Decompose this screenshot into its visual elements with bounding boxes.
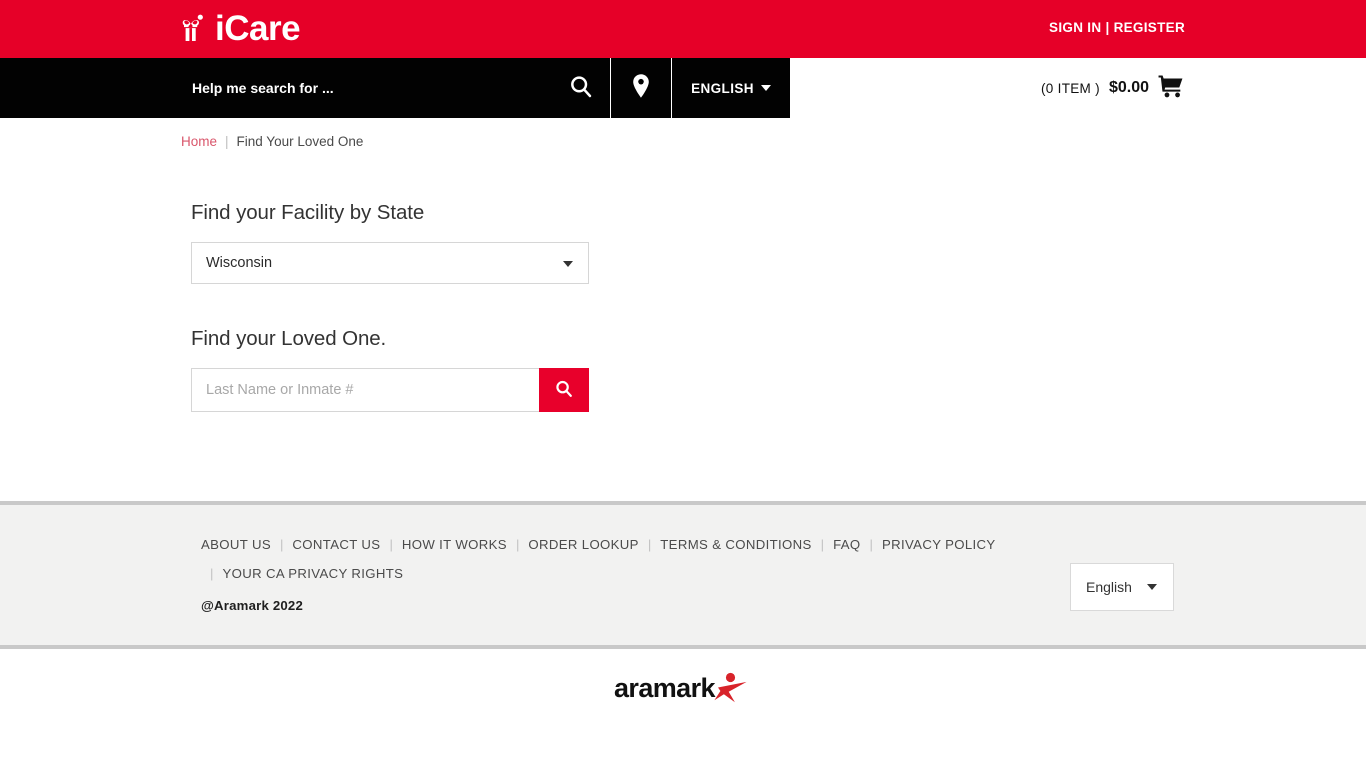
nav-bar: ENGLISH (0 ITEM ) $0.00 [0, 56, 1366, 118]
find-loved-one-section: Find your Loved One. [191, 327, 1366, 412]
footer-divider: | [279, 537, 284, 552]
top-header-bar: iCare SIGN IN | REGISTER [0, 0, 1366, 56]
find-facility-heading: Find your Facility by State [191, 201, 425, 224]
breadcrumb-separator: | [225, 134, 229, 149]
footer-divider: | [869, 537, 873, 552]
mini-cart[interactable]: (0 ITEM ) $0.00 [1041, 58, 1185, 118]
footer-divider: | [389, 537, 393, 552]
inmate-search-row [191, 368, 589, 412]
icare-logo[interactable]: iCare [181, 7, 301, 49]
sign-in-register-link[interactable]: SIGN IN | REGISTER [1049, 20, 1185, 35]
search-icon [568, 74, 594, 103]
search-submit-button[interactable] [552, 58, 610, 118]
footer-language-select[interactable]: English [1070, 563, 1174, 611]
footer-link-terms-conditions[interactable]: TERMS & CONDITIONS [660, 537, 811, 552]
footer-link-privacy-policy[interactable]: PRIVACY POLICY [882, 537, 996, 552]
cart-item-count: (0 ITEM ) [1041, 80, 1100, 96]
language-selector-nav[interactable]: ENGLISH [672, 58, 790, 118]
footer-link-about-us[interactable]: ABOUT US [201, 537, 271, 552]
breadcrumb: Home | Find Your Loved One [0, 116, 1366, 149]
footer-link-faq[interactable]: FAQ [833, 537, 860, 552]
inmate-search-button[interactable] [539, 368, 589, 412]
footer-link-how-it-works[interactable]: HOW IT WORKS [402, 537, 507, 552]
footer-link-order-lookup[interactable]: ORDER LOOKUP [528, 537, 638, 552]
aramark-brand-bar: aramark [0, 649, 1366, 729]
footer-link-contact-us[interactable]: CONTACT US [292, 537, 380, 552]
footer-divider: | [210, 566, 214, 581]
find-facility-section: Find your Facility by State Wisconsin [191, 201, 1366, 284]
search-icon [554, 379, 574, 402]
gift-butterfly-icon [181, 10, 217, 46]
aramark-logo: aramark [614, 669, 752, 709]
shopping-cart-icon [1158, 74, 1185, 103]
site-footer: ABOUT US | CONTACT US | HOW IT WORKS | O… [0, 501, 1366, 649]
footer-divider: | [647, 537, 652, 552]
state-select[interactable]: Wisconsin [191, 242, 589, 284]
search-input[interactable] [0, 58, 552, 118]
footer-copyright: @Aramark 2022 [201, 598, 303, 613]
main-content: Find your Facility by State Wisconsin Fi… [0, 149, 1366, 501]
footer-divider: | [820, 537, 825, 552]
cart-total-amount: $0.00 [1108, 79, 1149, 96]
footer-language-wrapper: English [1070, 563, 1174, 611]
map-pin-icon [630, 73, 652, 104]
facility-locator-button[interactable] [611, 58, 671, 118]
logo-wordmark: iCare [215, 8, 301, 48]
footer-link-ca-privacy-rights[interactable]: YOUR CA PRIVACY RIGHTS [222, 566, 403, 581]
chevron-down-icon [760, 85, 771, 91]
global-search-area [0, 58, 552, 118]
footer-links: ABOUT US | CONTACT US | HOW IT WORKS | O… [201, 537, 1001, 581]
language-selector-label: ENGLISH [691, 80, 754, 96]
find-loved-one-heading: Find your Loved One. [191, 327, 387, 350]
svg-text:aramark: aramark [614, 673, 716, 703]
footer-divider: | [515, 537, 520, 552]
state-select-wrapper: Wisconsin [191, 242, 589, 284]
aramark-star-icon [714, 672, 747, 703]
breadcrumb-current-page: Find Your Loved One [236, 134, 364, 149]
breadcrumb-home-link[interactable]: Home [181, 134, 217, 149]
inmate-search-input[interactable] [191, 368, 539, 412]
nav-bar-black-section: ENGLISH [0, 58, 790, 118]
